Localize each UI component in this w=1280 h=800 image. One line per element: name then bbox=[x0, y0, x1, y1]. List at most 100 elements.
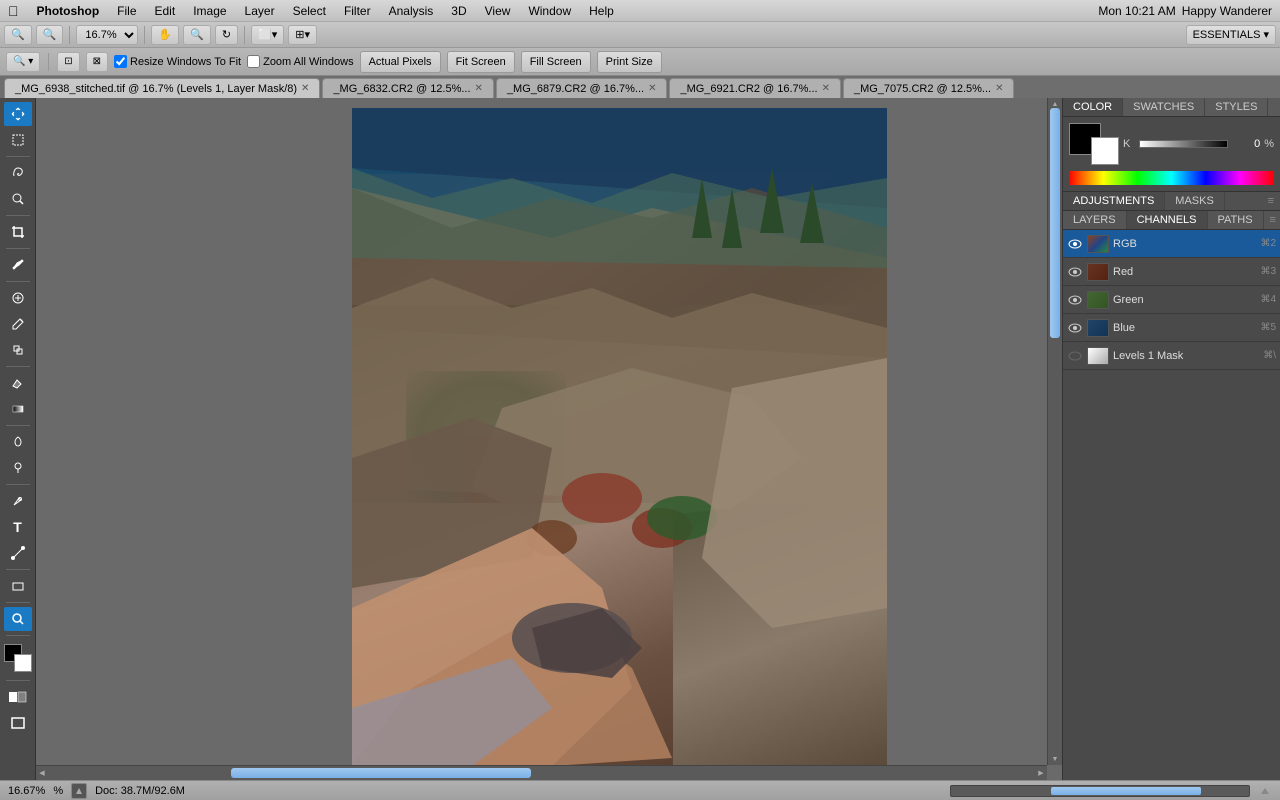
zoom-fit-btn[interactable]: ⊡ bbox=[57, 52, 79, 72]
channel-row-mask[interactable]: Levels 1 Mask ⌘\ bbox=[1063, 342, 1280, 370]
toolbar-screen-mode[interactable]: ⬜▾ bbox=[251, 25, 284, 45]
channel-row-blue[interactable]: Blue ⌘5 bbox=[1063, 314, 1280, 342]
blur-tool[interactable] bbox=[4, 430, 32, 454]
menu-edit[interactable]: Edit bbox=[147, 2, 184, 20]
color-spectrum-bar[interactable] bbox=[1069, 171, 1274, 185]
menu-image[interactable]: Image bbox=[185, 2, 234, 20]
toolbar-essentials[interactable]: ESSENTIALS ▾ bbox=[1186, 25, 1276, 45]
eye-icon-mask[interactable] bbox=[1067, 348, 1083, 364]
path-tool[interactable] bbox=[4, 541, 32, 565]
screen-mode-tool[interactable] bbox=[4, 711, 32, 735]
tab-color[interactable]: COLOR bbox=[1063, 98, 1123, 116]
toolbar-extras[interactable]: ⊞▾ bbox=[288, 25, 317, 45]
fit-screen-btn[interactable]: Fit Screen bbox=[447, 51, 515, 73]
gradient-tool[interactable] bbox=[4, 397, 32, 421]
doc-tab-3[interactable]: _MG_6921.CR2 @ 16.7%... ✕ bbox=[669, 78, 841, 98]
tab-masks[interactable]: MASKS bbox=[1165, 192, 1225, 210]
menu-time: Mon 10:21 AM bbox=[1098, 4, 1175, 18]
vertical-scroll-thumb[interactable] bbox=[1050, 108, 1060, 338]
color-k-row: K 0 % bbox=[1123, 138, 1274, 150]
lasso-tool[interactable] bbox=[4, 161, 32, 185]
toolbar-zoom-out[interactable]: 🔍 bbox=[4, 25, 32, 45]
doc-tab-2[interactable]: _MG_6879.CR2 @ 16.7%... ✕ bbox=[496, 78, 668, 98]
menu-select[interactable]: Select bbox=[285, 2, 334, 20]
quick-select-tool[interactable] bbox=[4, 187, 32, 211]
zoom-all-check[interactable]: Zoom All Windows bbox=[247, 55, 353, 68]
bottom-scroll-indicator[interactable] bbox=[950, 785, 1250, 797]
fill-screen-btn[interactable]: Fill Screen bbox=[521, 51, 591, 73]
tool-sep-6 bbox=[6, 425, 30, 426]
resize-windows-checkbox[interactable] bbox=[114, 55, 127, 68]
background-swatch[interactable] bbox=[1091, 137, 1119, 165]
vertical-scrollbar[interactable]: ▲ ▼ bbox=[1047, 98, 1062, 765]
doc-tab-0[interactable]: _MG_6938_stitched.tif @ 16.7% (Levels 1,… bbox=[4, 78, 320, 98]
crop-tool[interactable] bbox=[4, 220, 32, 244]
zoom-level-select[interactable]: 16.7% 25% 50% 100% bbox=[76, 25, 138, 45]
eye-icon-green[interactable] bbox=[1067, 292, 1083, 308]
toolbar-rotate-tool[interactable]: ↻ bbox=[215, 25, 238, 45]
channel-row-rgb[interactable]: RGB ⌘2 bbox=[1063, 230, 1280, 258]
heal-tool[interactable] bbox=[4, 286, 32, 310]
resize-windows-check[interactable]: Resize Windows To Fit bbox=[114, 55, 241, 68]
quick-mask-tool[interactable] bbox=[4, 685, 32, 709]
tab-adjustments[interactable]: ADJUSTMENTS bbox=[1063, 192, 1165, 210]
menu-layer[interactable]: Layer bbox=[237, 2, 283, 20]
marquee-tool[interactable] bbox=[4, 128, 32, 152]
menu-photoshop[interactable]: Photoshop bbox=[29, 2, 108, 20]
menu-help[interactable]: Help bbox=[581, 2, 622, 20]
channel-thumb-rgb bbox=[1087, 235, 1109, 253]
menu-3d[interactable]: 3D bbox=[443, 2, 474, 20]
eraser-tool[interactable] bbox=[4, 371, 32, 395]
tab-channels[interactable]: CHANNELS bbox=[1127, 211, 1208, 229]
horizontal-scrollbar[interactable]: ◀ ▶ bbox=[36, 765, 1047, 780]
channel-row-red[interactable]: Red ⌘3 bbox=[1063, 258, 1280, 286]
actual-pixels-btn[interactable]: Actual Pixels bbox=[360, 51, 441, 73]
toolbar-zoom-tool[interactable]: 🔍 bbox=[183, 25, 211, 45]
zoom-btn-small[interactable]: 🔍 ▾ bbox=[6, 52, 40, 72]
channel-row-green[interactable]: Green ⌘4 bbox=[1063, 286, 1280, 314]
menu-window[interactable]: Window bbox=[520, 2, 579, 20]
eyedropper-tool[interactable] bbox=[4, 253, 32, 277]
menu-analysis[interactable]: Analysis bbox=[381, 2, 442, 20]
eye-icon-rgb[interactable] bbox=[1067, 236, 1083, 252]
zoom-actual-btn[interactable]: ⊠ bbox=[86, 52, 108, 72]
doc-tab-1[interactable]: _MG_6832.CR2 @ 12.5%... ✕ bbox=[322, 78, 494, 98]
eye-icon-red[interactable] bbox=[1067, 264, 1083, 280]
dodge-tool[interactable] bbox=[4, 456, 32, 480]
shape-tool[interactable] bbox=[4, 574, 32, 598]
tool-sep-10 bbox=[6, 635, 30, 636]
menu-view[interactable]: View bbox=[477, 2, 519, 20]
zoom-search-tool[interactable] bbox=[4, 607, 32, 631]
tab-styles[interactable]: STYLES bbox=[1205, 98, 1268, 116]
close-tab-2[interactable]: ✕ bbox=[648, 83, 656, 94]
print-size-btn[interactable]: Print Size bbox=[597, 51, 662, 73]
background-color[interactable] bbox=[14, 654, 32, 672]
close-tab-4[interactable]: ✕ bbox=[995, 83, 1003, 94]
tab-swatches[interactable]: SWATCHES bbox=[1123, 98, 1205, 116]
close-tab-0[interactable]: ✕ bbox=[301, 83, 309, 94]
apple-menu[interactable]:  bbox=[8, 3, 19, 19]
toolbar-hand-tool[interactable]: ✋ bbox=[151, 25, 179, 45]
horizontal-scroll-thumb[interactable] bbox=[231, 768, 531, 778]
pen-tool[interactable] bbox=[4, 489, 32, 513]
color-panel-tabs: COLOR SWATCHES STYLES bbox=[1063, 98, 1280, 117]
color-swatches[interactable] bbox=[4, 644, 32, 672]
menu-file[interactable]: File bbox=[109, 2, 144, 20]
bottom-scroll-thumb[interactable] bbox=[1051, 787, 1201, 795]
clone-tool[interactable] bbox=[4, 338, 32, 362]
zoom-all-checkbox[interactable] bbox=[247, 55, 260, 68]
close-tab-3[interactable]: ✕ bbox=[822, 83, 830, 94]
menu-filter[interactable]: Filter bbox=[336, 2, 379, 20]
tab-layers[interactable]: LAYERS bbox=[1063, 211, 1127, 229]
toolbar-zoom-in[interactable]: 🔍 bbox=[36, 25, 64, 45]
zoom-info-btn[interactable] bbox=[71, 783, 87, 799]
eye-icon-blue[interactable] bbox=[1067, 320, 1083, 336]
k-slider[interactable] bbox=[1139, 140, 1228, 148]
toolbar-sep-2 bbox=[144, 26, 145, 44]
move-tool[interactable] bbox=[4, 102, 32, 126]
doc-tab-4[interactable]: _MG_7075.CR2 @ 12.5%... ✕ bbox=[843, 78, 1015, 98]
tab-paths[interactable]: PATHS bbox=[1208, 211, 1264, 229]
type-tool[interactable]: T bbox=[4, 515, 32, 539]
brush-tool[interactable] bbox=[4, 312, 32, 336]
close-tab-1[interactable]: ✕ bbox=[475, 83, 483, 94]
